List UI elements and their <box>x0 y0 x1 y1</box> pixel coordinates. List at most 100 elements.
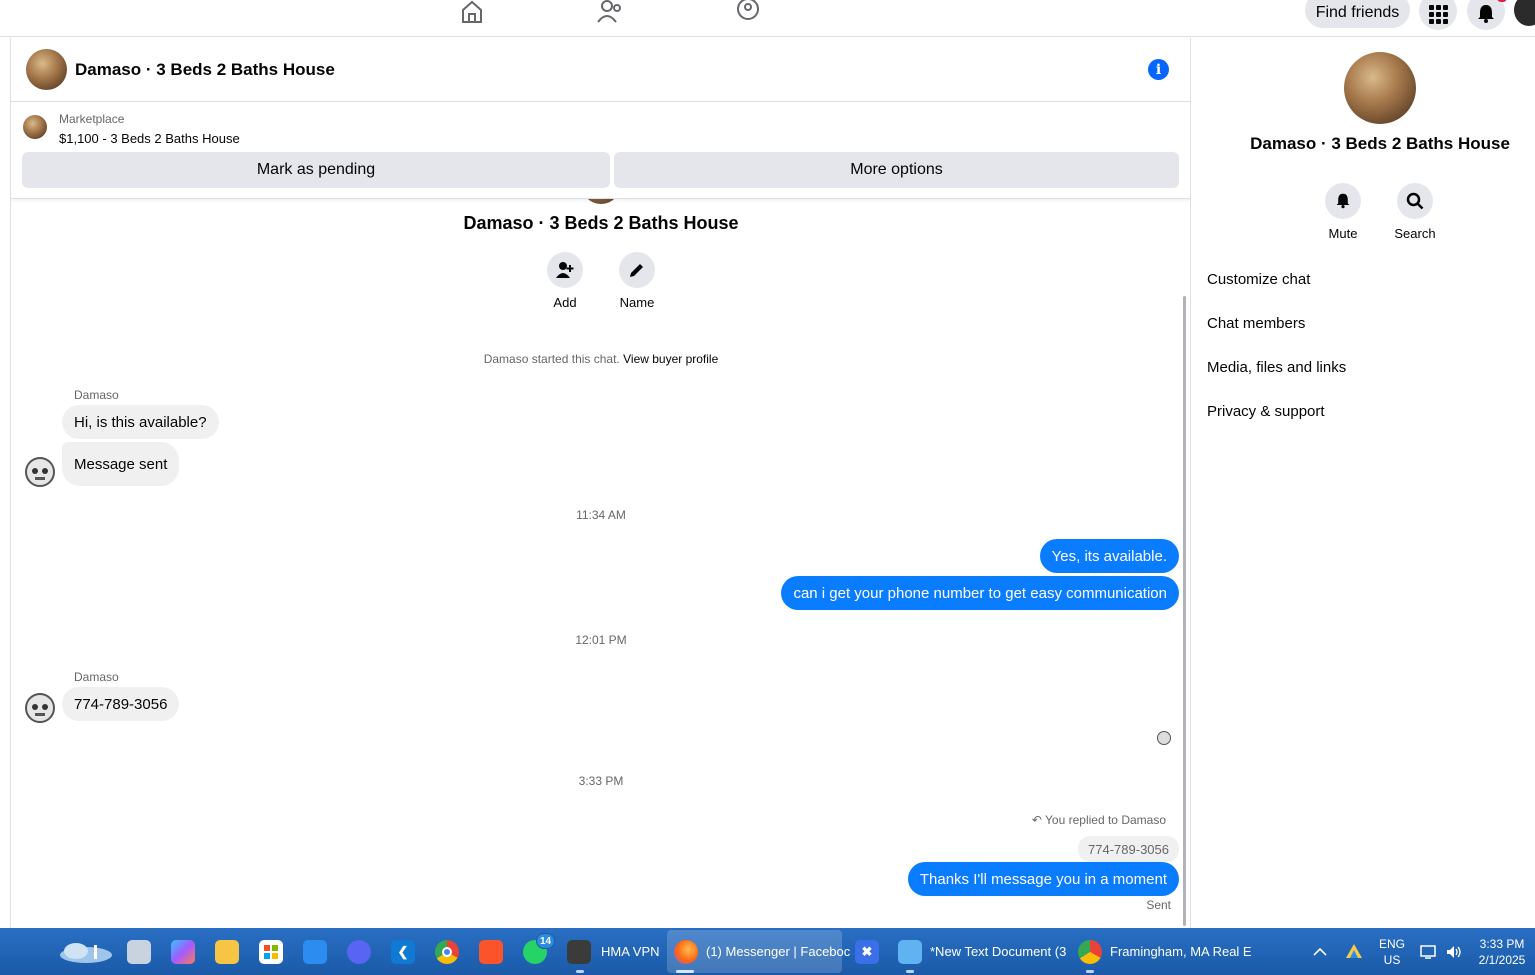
chat-avatar[interactable] <box>26 49 67 90</box>
marketplace-label: Marketplace <box>59 112 125 126</box>
clock[interactable]: 3:33 PM 2/1/2025 <box>1472 936 1532 968</box>
find-friends-button[interactable]: Find friends <box>1305 0 1410 28</box>
outgoing-message[interactable]: Yes, its available. <box>1039 539 1179 573</box>
more-options-button[interactable]: More options <box>614 152 1179 188</box>
name-label: Name <box>619 295 655 310</box>
chat-header: Damaso · 3 Beds 2 Baths House i <box>11 38 1190 102</box>
file-explorer-icon[interactable] <box>215 928 239 975</box>
clock-date: 2/1/2025 <box>1478 953 1526 967</box>
menu-privacy-support[interactable]: Privacy & support <box>1207 403 1325 420</box>
app-x-icon[interactable]: ✖ <box>855 928 879 975</box>
volume-icon[interactable] <box>1445 928 1463 975</box>
running-indicator <box>906 970 914 973</box>
chat-window: Damaso · 3 Beds 2 Baths House i Marketpl… <box>10 38 1191 928</box>
running-indicator <box>576 970 584 973</box>
notifications-bell-icon[interactable] <box>1467 0 1505 30</box>
firefox-messenger-taskbar-item[interactable]: (1) Messenger | Faceboc <box>674 928 850 975</box>
mark-as-pending-button[interactable]: Mark as pending <box>22 152 610 188</box>
chrome-window-taskbar-item[interactable]: Framingham, MA Real E <box>1078 928 1252 975</box>
home-icon[interactable] <box>457 0 487 24</box>
task-view-icon[interactable] <box>127 928 151 975</box>
chrome-window-label: Framingham, MA Real E <box>1110 944 1252 959</box>
hma-donkey-icon <box>567 939 591 964</box>
quoted-message[interactable]: 774-789-3056 <box>1078 836 1179 862</box>
top-navigation: Find friends <box>0 0 1535 37</box>
timestamp: 3:33 PM <box>578 774 624 788</box>
add-person-icon <box>547 252 583 288</box>
brave-icon[interactable] <box>479 928 503 975</box>
whatsapp-unread-badge: 14 <box>536 933 556 949</box>
listing-title[interactable]: $1,100 - 3 Beds 2 Baths House <box>59 131 240 146</box>
windows-taskbar: ❮ 14 HMA VPN (1) Messenger | Faceboc ✖ *… <box>0 928 1535 975</box>
language-text: ENG <box>1378 937 1405 951</box>
notepad-taskbar-item[interactable]: *New Text Document (3 <box>898 928 1066 975</box>
bell-icon <box>1325 183 1361 219</box>
region-text: US <box>1383 953 1401 967</box>
hma-vpn-label: HMA VPN <box>601 944 660 959</box>
info-icon[interactable]: i <box>1148 59 1169 80</box>
chevron-up-icon[interactable] <box>1313 928 1327 975</box>
chat-info-panel: Damaso · 3 Beds 2 Baths House Mute Searc… <box>1191 38 1535 928</box>
chrome-icon[interactable] <box>435 928 459 975</box>
copilot-icon[interactable] <box>171 928 195 975</box>
read-receipt-avatar <box>1157 731 1171 745</box>
reply-text: You replied to Damaso <box>1045 813 1166 827</box>
vscode-icon[interactable]: ❮ <box>391 928 415 975</box>
intro-title: Damaso · 3 Beds 2 Baths House <box>463 213 739 233</box>
menu-grid-icon[interactable] <box>1419 0 1457 30</box>
view-buyer-profile-link[interactable]: View buyer profile <box>623 352 718 366</box>
remote-app-icon[interactable] <box>303 928 327 975</box>
account-avatar[interactable] <box>1514 0 1535 26</box>
microsoft-store-icon[interactable] <box>259 928 283 975</box>
incoming-message[interactable]: 774-789-3056 <box>62 687 180 721</box>
groups-icon[interactable] <box>733 0 763 24</box>
sender-name: Damaso <box>74 388 119 402</box>
listing-thumbnail[interactable] <box>23 115 47 139</box>
active-indicator <box>676 970 694 973</box>
add-people-action[interactable]: Add <box>535 252 595 310</box>
started-text: Damaso started this chat. <box>483 352 620 366</box>
search-icon <box>1397 183 1433 219</box>
panel-avatar[interactable] <box>1344 52 1416 124</box>
notepad-window-label: *New Text Document (3 <box>930 944 1067 959</box>
tray-app-icon[interactable] <box>1344 928 1364 975</box>
outgoing-message[interactable]: Thanks I'll message you in a moment <box>907 862 1179 896</box>
mute-action[interactable]: Mute <box>1313 183 1373 241</box>
firefox-icon <box>674 939 698 964</box>
name-action[interactable]: Name <box>607 252 667 310</box>
sender-avatar[interactable] <box>25 457 55 487</box>
chat-started-notice: Damaso started this chat. View buyer pro… <box>11 352 1190 366</box>
messenger-window-label: (1) Messenger | Faceboc <box>706 944 851 959</box>
notepad-icon <box>898 939 922 964</box>
search-action[interactable]: Search <box>1385 183 1445 241</box>
sender-avatar[interactable] <box>25 693 55 723</box>
mute-label: Mute <box>1328 226 1358 241</box>
chrome-profile-icon <box>1078 939 1102 964</box>
panel-title: Damaso · 3 Beds 2 Baths House <box>1250 134 1510 153</box>
language-indicator[interactable]: ENG US <box>1376 936 1408 968</box>
search-label: Search <box>1394 226 1436 241</box>
chat-title[interactable]: Damaso · 3 Beds 2 Baths House <box>75 60 335 80</box>
friends-icon[interactable] <box>595 0 625 24</box>
pencil-icon <box>619 252 655 288</box>
discord-icon[interactable] <box>347 928 371 975</box>
reply-indicator: ↶ You replied to Damaso <box>1032 813 1166 827</box>
running-indicator <box>1086 970 1094 973</box>
clock-time: 3:33 PM <box>1479 937 1525 951</box>
outgoing-message[interactable]: can i get your phone number to get easy … <box>781 576 1179 610</box>
timestamp: 11:34 AM <box>576 508 626 522</box>
incoming-message[interactable]: Hi, is this available? <box>62 405 219 439</box>
reply-arrow-icon: ↶ <box>1031 813 1042 827</box>
message-status: Sent <box>1146 898 1171 912</box>
menu-customize-chat[interactable]: Customize chat <box>1207 271 1310 288</box>
notification-badge <box>1497 0 1507 2</box>
incoming-message[interactable]: Message sent <box>62 442 180 486</box>
network-icon[interactable] <box>1420 928 1438 975</box>
timestamp: 12:01 PM <box>575 633 627 647</box>
scrollbar[interactable] <box>1183 296 1186 926</box>
sender-name: Damaso <box>74 670 119 684</box>
hma-vpn-taskbar-item[interactable]: HMA VPN <box>567 928 660 975</box>
weather-widget-icon[interactable] <box>58 928 114 975</box>
menu-chat-members[interactable]: Chat members <box>1207 315 1305 332</box>
menu-media-files-links[interactable]: Media, files and links <box>1207 359 1346 376</box>
